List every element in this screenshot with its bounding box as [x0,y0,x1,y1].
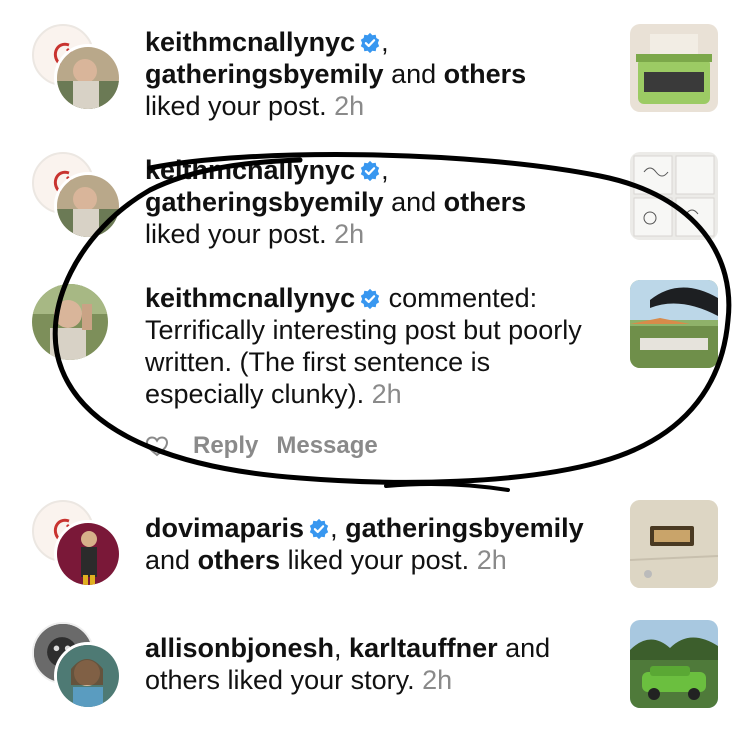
notification-text: dovimaparis, gatheringsbyemily and other… [145,513,584,575]
post-thumbnail[interactable] [630,280,718,368]
comment-actions: Reply Message [145,430,378,462]
notification-text: allisonbjonesh, karltauffner and others … [145,633,551,695]
avatar-group[interactable] [32,24,122,114]
message-button[interactable]: Message [276,432,377,460]
avatar-group[interactable] [32,622,122,712]
timestamp: 2h [371,379,402,409]
profile-avatar [54,642,122,710]
timestamp: 2h [334,91,365,121]
post-thumbnail[interactable] [630,500,718,588]
username[interactable]: gatheringsbyemily [145,59,384,89]
story-thumbnail[interactable] [630,620,718,708]
verified-badge-icon [360,160,380,182]
profile-avatar [54,44,122,112]
username[interactable]: allisonbjonesh [145,633,334,663]
timestamp: 2h [334,219,365,249]
post-thumbnail[interactable] [630,24,718,112]
others-link[interactable]: others [198,545,281,575]
notification-text: keithmcnallynyc, gatheringsbyemily and ot… [145,155,527,249]
reply-button[interactable]: Reply [193,432,258,460]
comment-text: Terrifically interesting post but poorly… [145,315,582,409]
timestamp: 2h [476,545,507,575]
verified-badge-icon [360,32,380,54]
profile-avatar [54,520,122,588]
username[interactable]: dovimaparis [145,513,304,543]
avatar-group[interactable] [32,152,122,242]
username[interactable]: gatheringsbyemily [145,187,384,217]
others-link[interactable]: others [444,187,527,217]
profile-avatar[interactable] [32,284,108,360]
avatar-group[interactable] [32,500,122,590]
notification-text: keithmcnallynyc, gatheringsbyemily and ot… [145,27,527,121]
username[interactable]: karltauffner [349,633,498,663]
others-link[interactable]: others [444,59,527,89]
username[interactable]: keithmcnallynyc [145,283,355,313]
heart-outline-icon[interactable] [145,435,169,457]
notification-text: keithmcnallynyc commented: Terrifically i… [145,283,582,409]
username[interactable]: keithmcnallynyc [145,155,355,185]
post-thumbnail[interactable] [630,152,718,240]
profile-avatar [54,172,122,240]
username[interactable]: keithmcnallynyc [145,27,355,57]
verified-badge-icon [360,288,380,310]
timestamp: 2h [422,665,453,695]
username[interactable]: gatheringsbyemily [345,513,584,543]
verified-badge-icon [309,518,329,540]
